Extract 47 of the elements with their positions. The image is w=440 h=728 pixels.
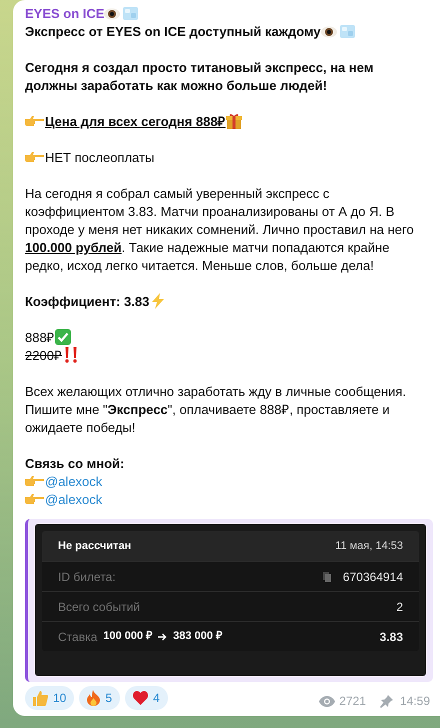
pin-icon [380,694,393,708]
eye-icon [104,8,120,20]
arrow-icon [158,632,168,640]
gift-icon [226,113,242,129]
message-text: Экспресс от EYES on ICE доступный каждому [25,24,321,39]
exclamation-icon [64,347,78,363]
ice-cube-icon [123,7,138,20]
view-count: 2721 [339,693,366,710]
username-link[interactable]: @alexock [45,492,102,507]
copy-icon[interactable] [322,572,331,582]
check-icon [54,329,71,345]
message-text: НЕТ послеоплаты [45,150,154,165]
ticket-value: 670364914 [342,568,403,586]
stake-amount: 100 000 ₽ [103,629,152,644]
old-price: 2200₽ [25,348,62,363]
message-time: 14:59 [400,693,430,710]
ticket-label: ID билета: [58,568,116,586]
payout-amount: 383 000 ₽ [173,629,222,644]
pointing-hand-icon [25,493,44,505]
ticket-label: Всего событий [58,598,140,616]
price-text: 888₽ [25,330,55,345]
message-text: На сегодня я собрал самый уверенный экспресс с коэффициентом 3.83. Матчи проанализированы от А до Я. В проходе у меня нет никаких сомнений. Лично проставил на него 100.000 рублей. Такие надежные матчи попадаются крайне редко, исход легко читается. Меньше слов, больше дела! [25,186,414,273]
ticket-value: 2 [396,598,403,616]
reaction-button[interactable]: 5 [79,686,120,710]
thumbs-up-icon [33,690,48,706]
channel-name: EYES on ICE [25,6,104,21]
ticket-label: Ставка [58,628,98,646]
eye-icon [320,26,337,38]
ticket-date: 11 мая, 14:53 [335,538,403,554]
username-link[interactable]: @alexock [45,474,102,489]
price-text: Цена для всех сегодня 888₽ [45,114,226,129]
message-text: Связь со мной: [25,456,124,471]
ticket-value: 3.83 [380,628,403,646]
lightning-icon [152,293,164,309]
ice-cube-icon [340,25,355,38]
pointing-hand-icon [25,475,44,487]
ticket-status: Не рассчитан [58,538,132,554]
fire-icon [87,690,100,706]
eye-icon [319,696,336,706]
message-text: Всех желающих отлично заработать жду в личные сообщения. Пишите мне "Экспресс", оплачиваете 888₽, проставляете и ожидаете победы! [25,384,406,435]
message-text: Коэффициент: 3.83 [25,294,150,309]
reaction-button[interactable]: 10 [25,686,74,710]
message-text: Сегодня я создал просто титановый экспресс, на нем должны заработать как можно больше людей! [25,60,374,93]
reaction-button[interactable]: 4 [125,686,168,710]
pointing-hand-icon [25,115,44,127]
pointing-hand-icon [25,151,44,163]
heart-icon [133,691,148,705]
